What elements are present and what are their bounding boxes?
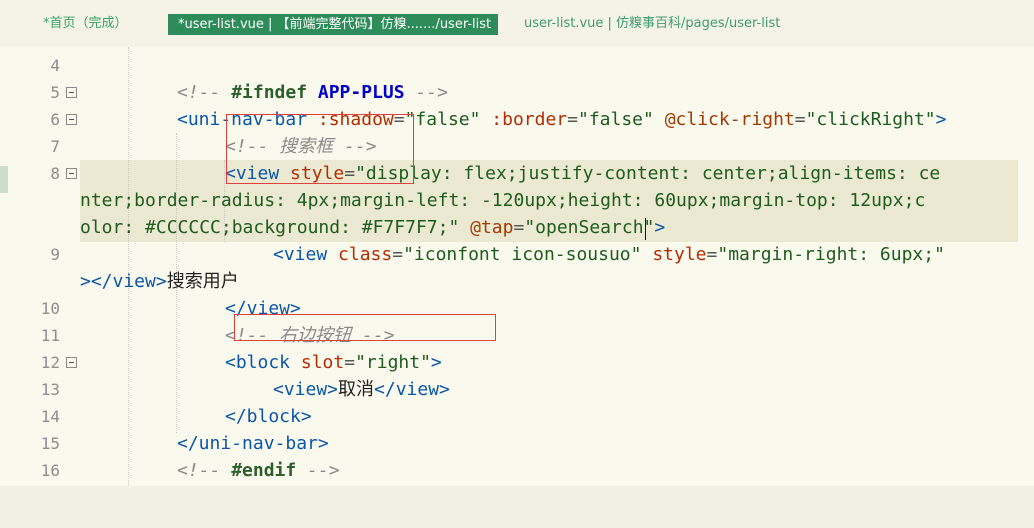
value-token: "display: flex;justify-content: center;a… [355, 163, 941, 184]
tag-token: <view> [273, 379, 339, 400]
attribute-token: :border [480, 109, 568, 130]
fold-toggle-icon[interactable] [66, 168, 77, 179]
comment-token: <!-- [177, 82, 232, 103]
directive-token: #endif [231, 460, 297, 481]
line-number: 9 [50, 245, 60, 264]
line-number: 6 [50, 110, 60, 129]
tab-user-list-project[interactable]: user-list.vue | 仿糗事百科/pages/user-list [524, 13, 780, 35]
line-number: 8 [50, 164, 60, 183]
code-line-9: <view class="iconfont icon-sousuo" style… [273, 244, 945, 265]
value-token: "margin-right: 6upx;" [717, 244, 945, 265]
text-token: 搜索用户 [166, 271, 239, 292]
code-line-15: </uni-nav-bar> [177, 433, 329, 454]
value-token: "right" [355, 352, 431, 373]
code-area[interactable]: <!-- #ifndef APP-PLUS --> <uni-nav-bar :… [80, 47, 1034, 528]
code-line-8-wrap-2: olor: #CCCCCC;background: #F7F7F7;" @tap… [80, 217, 666, 238]
attribute-token: slot [290, 352, 345, 373]
tag-token: > [935, 109, 947, 130]
tag-token: <view [273, 244, 328, 265]
line-number: 15 [40, 434, 60, 453]
value-token: "false" [578, 109, 654, 130]
line-number: 10 [40, 299, 60, 318]
tag-token: > [654, 217, 666, 238]
line-number: 16 [40, 461, 60, 480]
attribute-token: class [327, 244, 393, 265]
annotation-box [226, 114, 414, 184]
comment-token: --> [404, 82, 448, 103]
code-line-14: </block> [225, 406, 312, 427]
tag-token: ></view> [80, 271, 167, 292]
tab-home-page[interactable]: *首页（完成） [43, 13, 128, 35]
directive-token: APP-PLUS [307, 82, 405, 103]
value-token: "openSearch" [524, 217, 655, 238]
event-token: @tap [459, 217, 514, 238]
code-line-12: <block slot="right"> [225, 352, 442, 373]
line-number: 4 [50, 56, 60, 75]
value-token: "clickRight" [805, 109, 936, 130]
line-number: 7 [50, 137, 60, 156]
code-editor[interactable]: 4 5 6 7 8 9 10 11 12 13 14 15 16 17 <!--… [0, 47, 1034, 528]
fold-toggle-icon[interactable] [66, 114, 77, 125]
value-token: "false" [404, 109, 481, 130]
text-cursor [645, 218, 646, 240]
fold-toggle-icon[interactable] [66, 87, 77, 98]
editor-footer [0, 486, 1034, 528]
code-line-8-wrap-1: nter;border-radius: 4px;margin-left: -12… [80, 190, 926, 211]
tag-token: <block [225, 352, 291, 373]
code-line-9-wrap: ></view>搜索用户 [80, 268, 239, 295]
tag-token: </view> [374, 379, 450, 400]
line-number: 5 [50, 83, 60, 102]
value-token: olor: #CCCCCC;background: #F7F7F7;" [80, 217, 460, 238]
line-number: 12 [40, 353, 60, 372]
comment-token: <!-- [177, 460, 232, 481]
code-line-5: <!-- #ifndef APP-PLUS --> [177, 79, 448, 106]
line-number-gutter: 4 5 6 7 8 9 10 11 12 13 14 15 16 17 [0, 47, 80, 528]
annotation-box [234, 314, 496, 341]
event-token: @click-right [653, 109, 795, 130]
directive-token: #ifndef [231, 82, 308, 103]
text-token: 取消 [338, 379, 375, 400]
line-number: 11 [40, 326, 60, 345]
comment-token: --> [296, 460, 340, 481]
tag-token: > [430, 352, 442, 373]
attribute-token: style [641, 244, 707, 265]
line-number: 14 [40, 407, 60, 426]
line-number: 13 [40, 380, 60, 399]
value-token: "iconfont icon-sousuo" [403, 244, 642, 265]
editor-tab-bar: *首页（完成） *user-list.vue | 【前端完整代码】仿糗.....… [0, 0, 1034, 47]
code-line-13: <view>取消</view> [273, 376, 450, 403]
fold-toggle-icon[interactable] [66, 357, 77, 368]
code-line-16: <!-- #endif --> [177, 457, 340, 484]
tab-user-list-active[interactable]: *user-list.vue | 【前端完整代码】仿糗......./user-… [168, 14, 498, 35]
